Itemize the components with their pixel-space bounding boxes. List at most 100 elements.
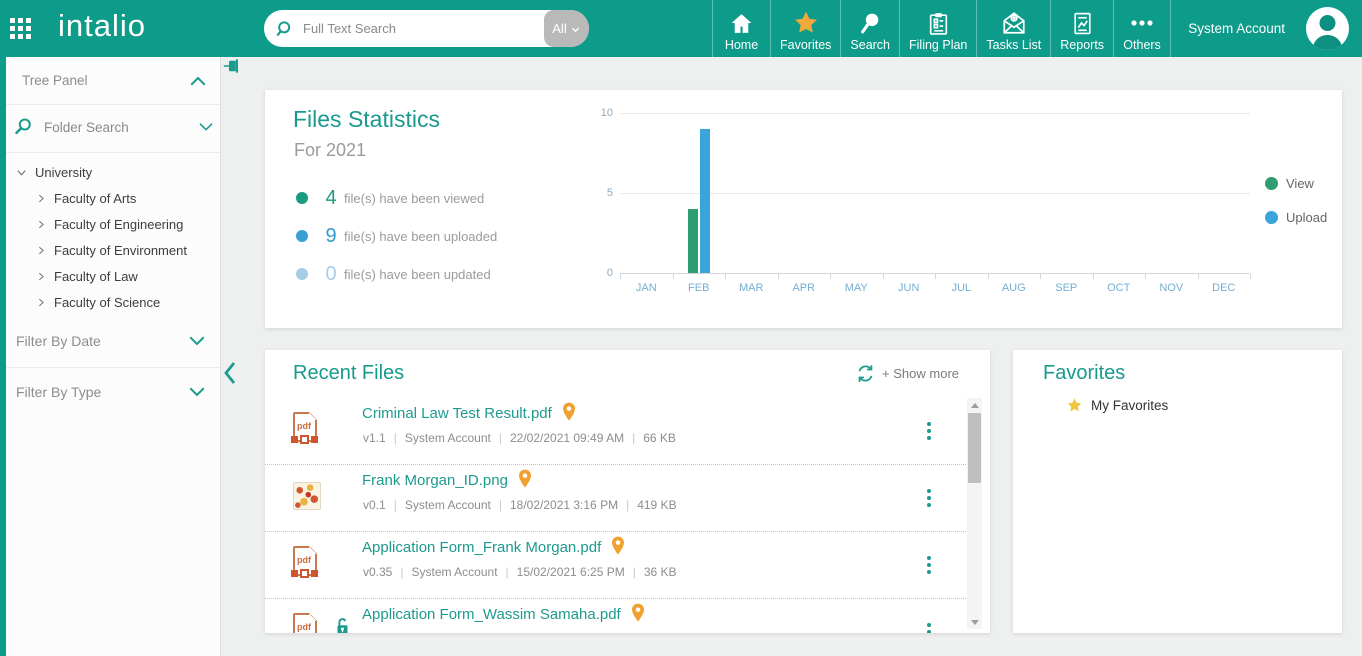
file-name-link[interactable]: Application Form_Frank Morgan.pdf <box>362 539 601 556</box>
search-placeholder: Full Text Search <box>303 21 544 36</box>
x-axis-label: SEP <box>1040 282 1093 294</box>
nav-item-favorites[interactable]: Favorites <box>770 0 840 57</box>
nav-item-others[interactable]: Others <box>1113 0 1171 57</box>
nav-item-tasks-list[interactable]: Tasks List <box>976 0 1050 57</box>
app-logo[interactable]: intalio <box>58 8 146 44</box>
location-pin-icon[interactable] <box>630 603 646 628</box>
main-nav: HomeFavoritesSearch Filing Plan Tasks List… <box>712 0 1171 57</box>
stat-label: file(s) have been updated <box>344 267 491 282</box>
file-name-link[interactable]: Criminal Law Test Result.pdf <box>362 405 552 422</box>
scroll-up-icon[interactable] <box>967 398 982 412</box>
home-icon <box>729 9 754 37</box>
x-axis-label: JUN <box>883 282 936 294</box>
tree-node-faculty-of-environment[interactable]: Faculty of Environment <box>36 243 187 258</box>
nav-item-label: Tasks List <box>986 38 1041 52</box>
gridline <box>620 113 1250 114</box>
file-meta-part: System Account <box>405 431 491 445</box>
scroll-down-icon[interactable] <box>967 615 982 629</box>
nav-item-reports[interactable]: Reports <box>1050 0 1113 57</box>
scrollbar[interactable] <box>967 398 982 629</box>
filter-by-date-label: Filter By Date <box>16 333 101 349</box>
scrollbar-thumb[interactable] <box>968 413 981 483</box>
nav-item-home[interactable]: Home <box>712 0 770 57</box>
show-more-button[interactable]: + Show more <box>882 366 959 381</box>
y-axis-tick: 0 <box>585 267 613 279</box>
tree-panel-header[interactable]: Tree Panel <box>22 73 207 88</box>
x-axis-tick <box>935 274 936 279</box>
chevron-right-icon[interactable] <box>36 219 46 230</box>
x-axis-tick <box>1198 274 1199 279</box>
nav-item-search[interactable]: Search <box>840 0 899 57</box>
kebab-menu-icon[interactable] <box>920 552 938 578</box>
file-name-link[interactable]: Frank Morgan_ID.png <box>362 472 508 489</box>
x-axis-tick <box>1145 274 1146 279</box>
location-pin-icon[interactable] <box>561 402 577 427</box>
x-axis-label: NOV <box>1145 282 1198 294</box>
x-axis-tick <box>620 274 621 279</box>
pin-icon[interactable] <box>223 58 241 74</box>
chevron-down-icon[interactable] <box>188 334 206 348</box>
location-pin-icon[interactable] <box>610 536 626 561</box>
chevron-right-icon[interactable] <box>36 271 46 282</box>
star-icon <box>793 9 819 37</box>
x-axis-tick <box>830 274 831 279</box>
kebab-menu-icon[interactable] <box>920 418 938 444</box>
pdf-file-icon: pdf <box>293 613 317 633</box>
filter-by-type-section[interactable]: Filter By Type <box>16 384 206 400</box>
chevron-right-icon[interactable] <box>36 245 46 256</box>
nav-item-filing-plan[interactable]: Filing Plan <box>899 0 976 57</box>
tree-node-university[interactable]: University <box>16 165 92 180</box>
files-statistics-card: Files Statistics For 2021 4file(s) have … <box>265 90 1342 328</box>
file-meta: v1.1|System Account|22/02/2021 09:49 AM|… <box>363 431 676 445</box>
full-text-search-input[interactable]: Full Text Search All <box>264 10 589 47</box>
recent-files-title: Recent Files <box>293 362 404 385</box>
divider <box>6 104 220 105</box>
location-pin-icon[interactable] <box>517 469 533 494</box>
top-bar: intalio Full Text Search All HomeFavorit… <box>0 0 1362 57</box>
pdf-file-icon: pdf <box>293 546 317 576</box>
divider <box>6 367 220 368</box>
tree-node-label: Faculty of Law <box>54 269 138 284</box>
y-axis-tick: 10 <box>585 107 613 119</box>
kebab-menu-icon[interactable] <box>920 619 938 633</box>
folder-search-input[interactable]: Folder Search <box>14 117 214 137</box>
apps-grid-glyph <box>9 17 33 41</box>
refresh-icon[interactable] <box>856 364 875 383</box>
filter-by-date-section[interactable]: Filter By Date <box>16 333 206 349</box>
bar-upload-feb <box>700 129 710 273</box>
user-avatar[interactable] <box>1306 7 1349 50</box>
chevron-right-icon[interactable] <box>36 297 46 308</box>
legend-dot <box>1265 177 1278 190</box>
stat-label: file(s) have been viewed <box>344 191 484 206</box>
tasks-list-icon <box>1001 9 1027 37</box>
tree-node-label: Faculty of Science <box>54 295 160 310</box>
chevron-down-icon[interactable] <box>198 121 214 133</box>
legend-dot <box>1265 211 1278 224</box>
nav-item-label: Filing Plan <box>909 38 967 52</box>
search-scope-dropdown[interactable]: All <box>544 10 589 47</box>
chevron-up-icon[interactable] <box>189 74 207 88</box>
tree-node-label: University <box>35 165 92 180</box>
apps-grid-icon[interactable] <box>9 17 33 41</box>
chevron-down-icon[interactable] <box>188 385 206 399</box>
tree-node-faculty-of-science[interactable]: Faculty of Science <box>36 295 160 310</box>
kebab-menu-icon[interactable] <box>920 485 938 511</box>
tree-node-faculty-of-law[interactable]: Faculty of Law <box>36 269 138 284</box>
stat-dot <box>296 192 308 204</box>
tree-node-faculty-of-engineering[interactable]: Faculty of Engineering <box>36 217 183 232</box>
file-row: pdf Application Form_Wassim Samaha.pdf <box>265 599 966 633</box>
my-favorites-item[interactable]: My Favorites <box>1066 397 1168 414</box>
nav-item-label: Reports <box>1060 38 1104 52</box>
tree-node-faculty-of-arts[interactable]: Faculty of Arts <box>36 191 136 206</box>
file-row: pdfCriminal Law Test Result.pdfv1.1|Syst… <box>265 398 966 465</box>
folder-search-placeholder: Folder Search <box>44 120 198 135</box>
tree-panel-sidebar: Tree Panel Folder Search University Facu… <box>6 57 221 656</box>
file-name-link[interactable]: Application Form_Wassim Samaha.pdf <box>362 606 621 623</box>
chevron-down-icon[interactable] <box>16 167 27 178</box>
sidebar-collapse-icon[interactable] <box>223 360 237 386</box>
chevron-right-icon[interactable] <box>36 193 46 204</box>
legend-label: Upload <box>1286 210 1327 225</box>
search-scope-value: All <box>552 21 566 36</box>
x-axis-tick <box>883 274 884 279</box>
file-meta-part: v0.1 <box>363 498 386 512</box>
